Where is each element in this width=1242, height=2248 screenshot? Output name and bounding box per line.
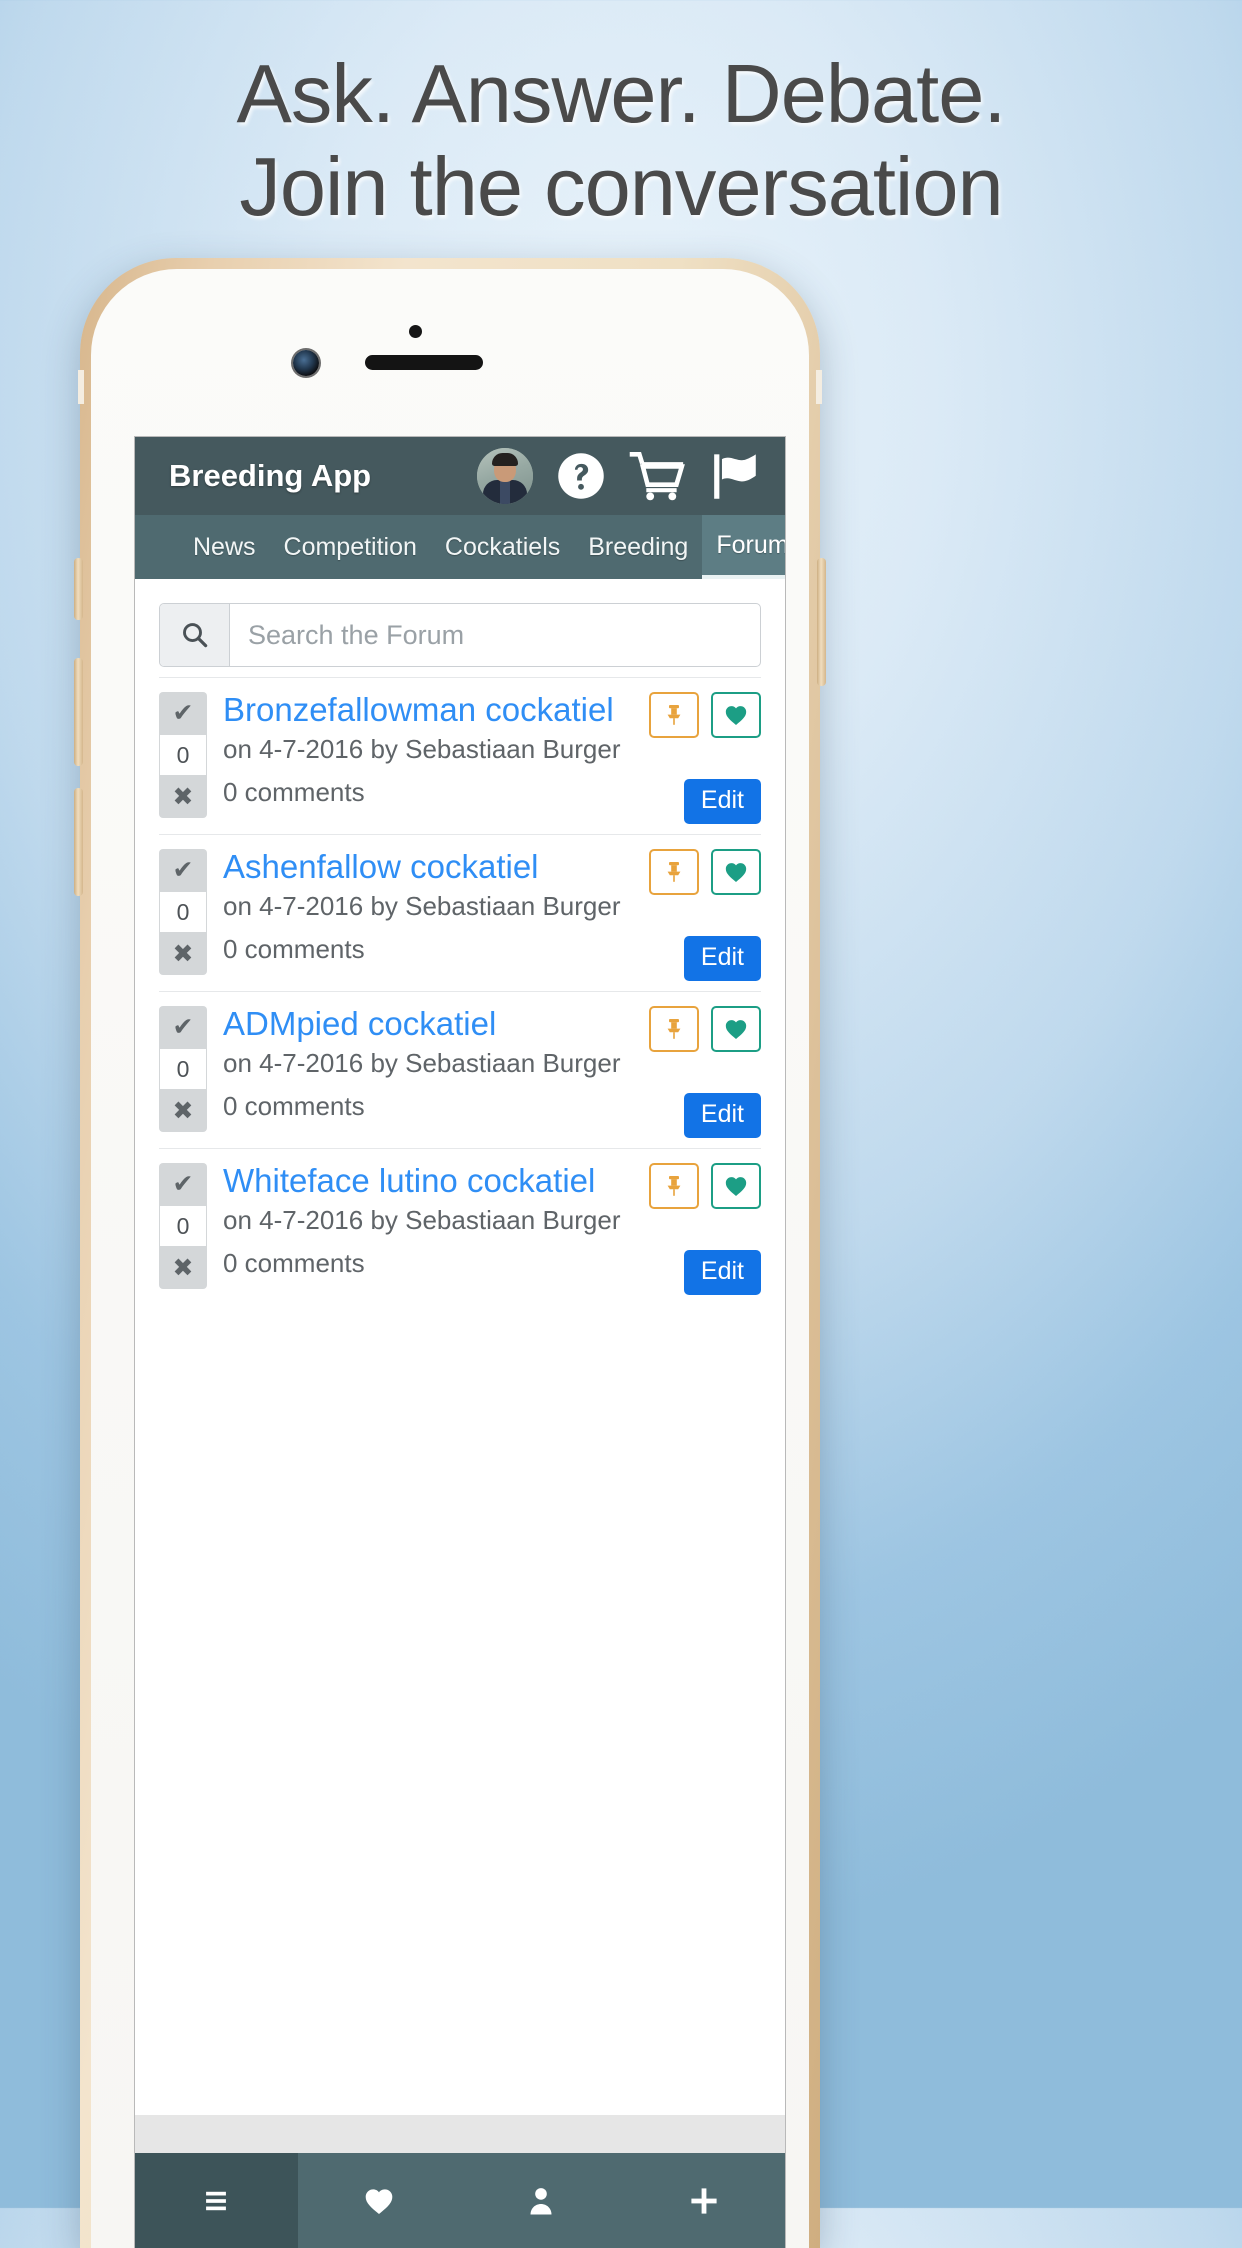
app-title: Breeding App xyxy=(169,458,372,493)
vote-control: ✔ 0 ✖ xyxy=(159,692,207,818)
pin-button[interactable] xyxy=(649,692,699,738)
promo-headline: Ask. Answer. Debate. Join the conversati… xyxy=(0,47,1242,234)
heart-icon xyxy=(725,706,747,725)
search-input[interactable] xyxy=(230,604,760,666)
vote-count: 0 xyxy=(159,1205,207,1247)
edit-button[interactable]: Edit xyxy=(683,779,761,824)
vote-count: 0 xyxy=(159,734,207,776)
favorite-button[interactable] xyxy=(711,1163,761,1209)
nav-favorites-button[interactable] xyxy=(298,2153,461,2248)
post-comments: 0 comments xyxy=(223,1091,365,1122)
favorite-button[interactable] xyxy=(711,692,761,738)
vote-control: ✔ 0 ✖ xyxy=(159,1163,207,1289)
headline-line-1: Ask. Answer. Debate. xyxy=(236,47,1007,140)
vote-count: 0 xyxy=(159,891,207,933)
plus-icon xyxy=(691,2187,717,2214)
upvote-button[interactable]: ✔ xyxy=(159,1006,207,1048)
edit-button[interactable]: Edit xyxy=(683,1093,761,1138)
post-action-group xyxy=(649,1006,761,1052)
proximity-sensor-icon xyxy=(409,325,422,338)
downvote-button[interactable]: ✖ xyxy=(159,776,207,818)
post-action-group xyxy=(649,849,761,895)
app-screen: Breeding App News Competition Cockatiels… xyxy=(135,437,785,2248)
help-icon[interactable] xyxy=(555,450,607,502)
post-action-group xyxy=(649,692,761,738)
front-camera-icon xyxy=(293,350,319,376)
nav-menu-button[interactable] xyxy=(135,2153,298,2248)
downvote-button[interactable]: ✖ xyxy=(159,1090,207,1132)
search-section xyxy=(135,579,785,677)
app-header: Breeding App xyxy=(135,437,785,515)
list-item[interactable]: ✔ 0 ✖ Bronzefallowman cockatiel on 4-7-2… xyxy=(159,677,761,834)
nav-profile-button[interactable] xyxy=(460,2153,623,2248)
upvote-button[interactable]: ✔ xyxy=(159,692,207,734)
phone-bezel: Breeding App News Competition Cockatiels… xyxy=(91,269,809,2248)
nav-add-button[interactable] xyxy=(623,2153,786,2248)
menu-icon xyxy=(206,2191,227,2210)
tab-forum[interactable]: Forum xyxy=(702,515,785,579)
cart-icon[interactable] xyxy=(629,450,687,502)
vote-control: ✔ 0 ✖ xyxy=(159,1006,207,1132)
downvote-button[interactable]: ✖ xyxy=(159,933,207,975)
post-meta: on 4-7-2016 by Sebastiaan Burger xyxy=(223,733,621,764)
favorite-button[interactable] xyxy=(711,849,761,895)
post-meta: on 4-7-2016 by Sebastiaan Burger xyxy=(223,1047,621,1078)
tab-news[interactable]: News xyxy=(179,515,270,579)
post-comments: 0 comments xyxy=(223,1248,365,1279)
pin-button[interactable] xyxy=(649,1163,699,1209)
pin-icon xyxy=(667,862,681,882)
upvote-button[interactable]: ✔ xyxy=(159,1163,207,1205)
list-item[interactable]: ✔ 0 ✖ Ashenfallow cockatiel on 4-7-2016 … xyxy=(159,834,761,991)
post-list: ✔ 0 ✖ Bronzefallowman cockatiel on 4-7-2… xyxy=(135,677,785,1305)
edit-button[interactable]: Edit xyxy=(683,936,761,981)
user-icon xyxy=(530,2187,552,2214)
forum-content: ✔ 0 ✖ Bronzefallowman cockatiel on 4-7-2… xyxy=(135,579,785,2115)
list-item[interactable]: ✔ 0 ✖ ADMpied cockatiel on 4-7-2016 by S… xyxy=(159,991,761,1148)
post-action-group xyxy=(649,1163,761,1209)
downvote-button[interactable]: ✖ xyxy=(159,1247,207,1289)
volume-down-button[interactable] xyxy=(74,788,83,896)
upvote-button[interactable]: ✔ xyxy=(159,849,207,891)
pin-icon xyxy=(667,1176,681,1196)
main-tab-bar: News Competition Cockatiels Breeding For… xyxy=(135,515,785,579)
search-icon xyxy=(182,623,207,648)
edit-button[interactable]: Edit xyxy=(683,1250,761,1295)
tab-breeding[interactable]: Breeding xyxy=(574,515,702,579)
volume-up-button[interactable] xyxy=(74,658,83,766)
search-box xyxy=(159,603,761,667)
pin-button[interactable] xyxy=(649,849,699,895)
flag-icon[interactable] xyxy=(709,450,767,502)
pin-button[interactable] xyxy=(649,1006,699,1052)
post-meta: on 4-7-2016 by Sebastiaan Burger xyxy=(223,1204,621,1235)
search-button[interactable] xyxy=(160,604,230,666)
post-comments: 0 comments xyxy=(223,934,365,965)
favorite-button[interactable] xyxy=(711,1006,761,1052)
pin-icon xyxy=(667,1019,681,1039)
earpiece-speaker-icon xyxy=(365,355,483,370)
avatar-shirt xyxy=(500,481,510,504)
heart-icon xyxy=(725,1177,747,1196)
bottom-navigation xyxy=(135,2153,785,2248)
mute-switch[interactable] xyxy=(74,558,83,620)
post-meta: on 4-7-2016 by Sebastiaan Burger xyxy=(223,890,621,921)
avatar[interactable] xyxy=(477,448,533,504)
headline-line-2: Join the conversation xyxy=(239,139,1003,233)
vote-count: 0 xyxy=(159,1048,207,1090)
tab-cockatiels[interactable]: Cockatiels xyxy=(431,515,574,579)
list-item[interactable]: ✔ 0 ✖ Whiteface lutino cockatiel on 4-7-… xyxy=(159,1148,761,1305)
heart-icon xyxy=(725,863,747,882)
power-button[interactable] xyxy=(817,558,826,686)
vote-control: ✔ 0 ✖ xyxy=(159,849,207,975)
antenna-band-right xyxy=(816,370,822,404)
antenna-band-left xyxy=(78,370,84,404)
post-comments: 0 comments xyxy=(223,777,365,808)
tab-competition[interactable]: Competition xyxy=(270,515,431,579)
heart-icon xyxy=(365,2188,393,2214)
phone-mockup: Breeding App News Competition Cockatiels… xyxy=(74,258,826,2248)
pin-icon xyxy=(667,705,681,725)
avatar-hair xyxy=(492,453,518,466)
header-icon-group xyxy=(477,448,767,504)
heart-icon xyxy=(725,1020,747,1039)
